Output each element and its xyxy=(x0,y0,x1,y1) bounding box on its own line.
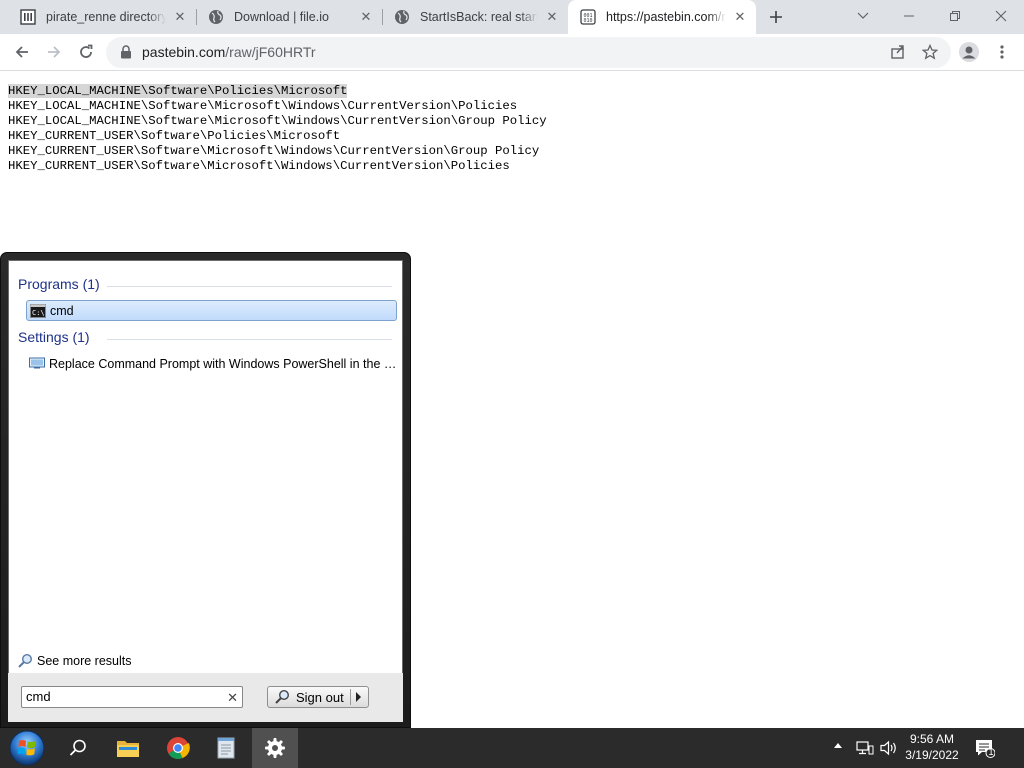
profile-avatar[interactable] xyxy=(955,38,983,66)
taskbar-search-icon[interactable] xyxy=(56,728,100,768)
close-window-button[interactable] xyxy=(978,0,1024,32)
svg-text:010: 010 xyxy=(583,18,592,24)
taskbar: 9:56 AM 3/19/2022 1 xyxy=(0,728,1024,768)
divider xyxy=(107,339,392,340)
forward-button[interactable] xyxy=(40,38,68,66)
tab-title: Download | file.io xyxy=(234,10,329,24)
power-options-arrow-icon[interactable] xyxy=(356,692,361,702)
notepad-icon[interactable] xyxy=(202,728,250,768)
result-label: Replace Command Prompt with Windows Powe… xyxy=(49,356,397,371)
windows-orb-icon xyxy=(9,730,45,766)
pastebin-icon: 001 010 xyxy=(580,9,596,25)
share-icon[interactable] xyxy=(884,38,912,66)
menu-kebab-icon[interactable] xyxy=(988,38,1016,66)
lock-icon[interactable] xyxy=(120,45,132,59)
sign-out-main[interactable]: Sign out xyxy=(274,689,344,705)
see-more-label: See more results xyxy=(37,654,132,668)
magnifier-icon xyxy=(275,689,290,704)
result-cmd[interactable]: C:\ cmd xyxy=(26,300,397,321)
text-line: HKEY_CURRENT_USER\Software\Microsoft\Win… xyxy=(8,144,540,158)
start-menu: Programs (1) C:\ cmd Settings (1) Replac… xyxy=(0,252,411,728)
action-center-icon[interactable]: 1 xyxy=(975,738,996,758)
svg-text:C:\: C:\ xyxy=(32,309,45,317)
tab-title: StartIsBack: real start m xyxy=(420,10,538,24)
clock-time: 9:56 AM xyxy=(909,732,955,746)
selected-text: HKEY_LOCAL_MACHINE\Software\Policies\Mic… xyxy=(8,84,348,98)
programs-header: Programs (1) xyxy=(18,276,100,292)
file-explorer-icon[interactable] xyxy=(104,728,152,768)
institution-icon xyxy=(20,9,36,25)
new-tab-button[interactable] xyxy=(764,5,788,29)
text-line: HKEY_LOCAL_MACHINE\Software\Microsoft\Wi… xyxy=(8,99,518,113)
monitor-setting-icon xyxy=(29,357,45,371)
text-line: HKEY_CURRENT_USER\Software\Policies\Micr… xyxy=(8,129,341,143)
tab-title: https://pastebin.com/raw/jF60HRTr xyxy=(606,10,726,24)
restore-button[interactable] xyxy=(932,0,978,32)
url-text[interactable]: pastebin.com/raw/jF60HRTr xyxy=(142,44,316,60)
result-label: cmd xyxy=(50,303,74,318)
text-line: HKEY_LOCAL_MACHINE\Software\Policies\Mic… xyxy=(8,84,547,99)
magnifier-icon xyxy=(18,653,33,668)
raw-paste-text[interactable]: HKEY_LOCAL_MACHINE\Software\Policies\Mic… xyxy=(8,84,547,174)
globe-icon xyxy=(394,9,410,25)
settings-gear-icon[interactable] xyxy=(252,728,298,768)
address-bar[interactable]: pastebin.com/raw/jF60HRTr xyxy=(106,37,951,68)
url-domain: pastebin.com xyxy=(142,44,226,60)
settings-header: Settings (1) xyxy=(18,329,90,345)
tab-close-icon[interactable]: ✕ xyxy=(358,9,374,25)
search-results-panel: Programs (1) C:\ cmd Settings (1) Replac… xyxy=(8,260,403,722)
tab-file-io[interactable]: Download | file.io ✕ xyxy=(196,0,382,34)
globe-icon xyxy=(208,9,224,25)
back-button[interactable] xyxy=(8,38,36,66)
clear-search-icon[interactable]: ✕ xyxy=(227,690,238,706)
taskbar-clock[interactable]: 9:56 AM 3/19/2022 xyxy=(905,731,959,763)
chrome-icon[interactable] xyxy=(154,728,202,768)
start-button[interactable] xyxy=(4,728,50,768)
sign-out-label: Sign out xyxy=(296,689,344,705)
tab-startisback[interactable]: StartIsBack: real start m ✕ xyxy=(382,0,568,34)
tab-pirate-renne[interactable]: pirate_renne directory l ✕ xyxy=(8,0,196,34)
volume-icon[interactable] xyxy=(880,740,898,759)
tab-title: pirate_renne directory l xyxy=(46,10,166,24)
see-more-results-link[interactable]: See more results xyxy=(17,653,131,669)
tab-close-icon[interactable]: ✕ xyxy=(172,9,188,25)
url-path: /raw/jF60HRTr xyxy=(225,44,316,60)
tab-strip: pirate_renne directory l ✕ Download | fi… xyxy=(0,0,1024,34)
search-input-value: cmd xyxy=(26,689,51,704)
tab-close-icon[interactable]: ✕ xyxy=(732,9,748,25)
reload-button[interactable] xyxy=(72,38,100,66)
tab-close-icon[interactable]: ✕ xyxy=(544,9,560,25)
tab-pastebin[interactable]: 001010 https://pastebin.com/raw/jF60HRTr… xyxy=(568,0,756,34)
clock-date: 3/19/2022 xyxy=(905,748,959,762)
notification-count: 1 xyxy=(988,747,994,757)
cmd-icon: C:\ xyxy=(30,303,46,318)
result-powershell-setting[interactable]: Replace Command Prompt with Windows Powe… xyxy=(26,353,397,374)
browser-toolbar: pastebin.com/raw/jF60HRTr xyxy=(0,34,1024,71)
divider xyxy=(107,286,392,287)
minimize-button[interactable] xyxy=(886,0,932,32)
start-search-input[interactable]: cmd ✕ xyxy=(21,686,243,708)
show-hidden-icons-arrow[interactable] xyxy=(834,743,842,748)
bookmark-star-icon[interactable] xyxy=(916,38,944,66)
network-icon[interactable] xyxy=(856,740,874,759)
text-line: HKEY_LOCAL_MACHINE\Software\Microsoft\Wi… xyxy=(8,114,547,128)
text-line: HKEY_CURRENT_USER\Software\Microsoft\Win… xyxy=(8,159,510,173)
tab-search-button[interactable] xyxy=(840,0,886,32)
sign-out-button[interactable]: Sign out xyxy=(267,686,369,708)
split-divider xyxy=(350,689,351,705)
